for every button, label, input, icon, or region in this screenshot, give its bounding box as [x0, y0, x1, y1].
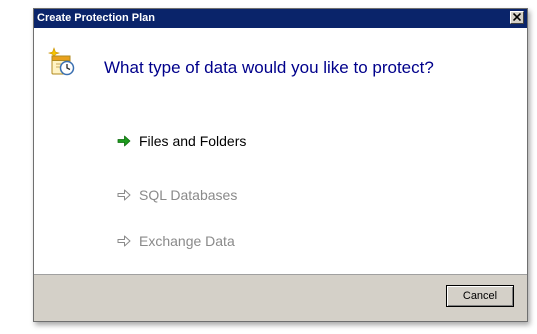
page-title: What type of data would you like to prot… — [104, 58, 434, 77]
option-label: Files and Folders — [139, 133, 247, 149]
gray-arrow-icon — [117, 235, 131, 247]
close-icon — [513, 13, 521, 21]
window-title: Create Protection Plan — [37, 12, 155, 24]
option-sql-databases: SQL Databases — [116, 185, 237, 205]
gray-arrow-icon — [117, 189, 131, 201]
option-label: SQL Databases — [139, 187, 238, 203]
title-bar[interactable]: Create Protection Plan — [34, 9, 527, 28]
option-files-and-folders[interactable]: Files and Folders — [116, 131, 246, 151]
close-button[interactable] — [510, 11, 524, 24]
protection-plan-calendar-clock-icon — [47, 47, 75, 76]
create-protection-plan-dialog: Create Protection Plan What type of data… — [33, 8, 528, 322]
dialog-footer: Cancel — [34, 274, 527, 321]
option-label: Exchange Data — [139, 233, 235, 249]
option-exchange-data: Exchange Data — [116, 231, 235, 251]
green-arrow-icon — [117, 135, 131, 147]
cancel-button[interactable]: Cancel — [446, 285, 514, 307]
